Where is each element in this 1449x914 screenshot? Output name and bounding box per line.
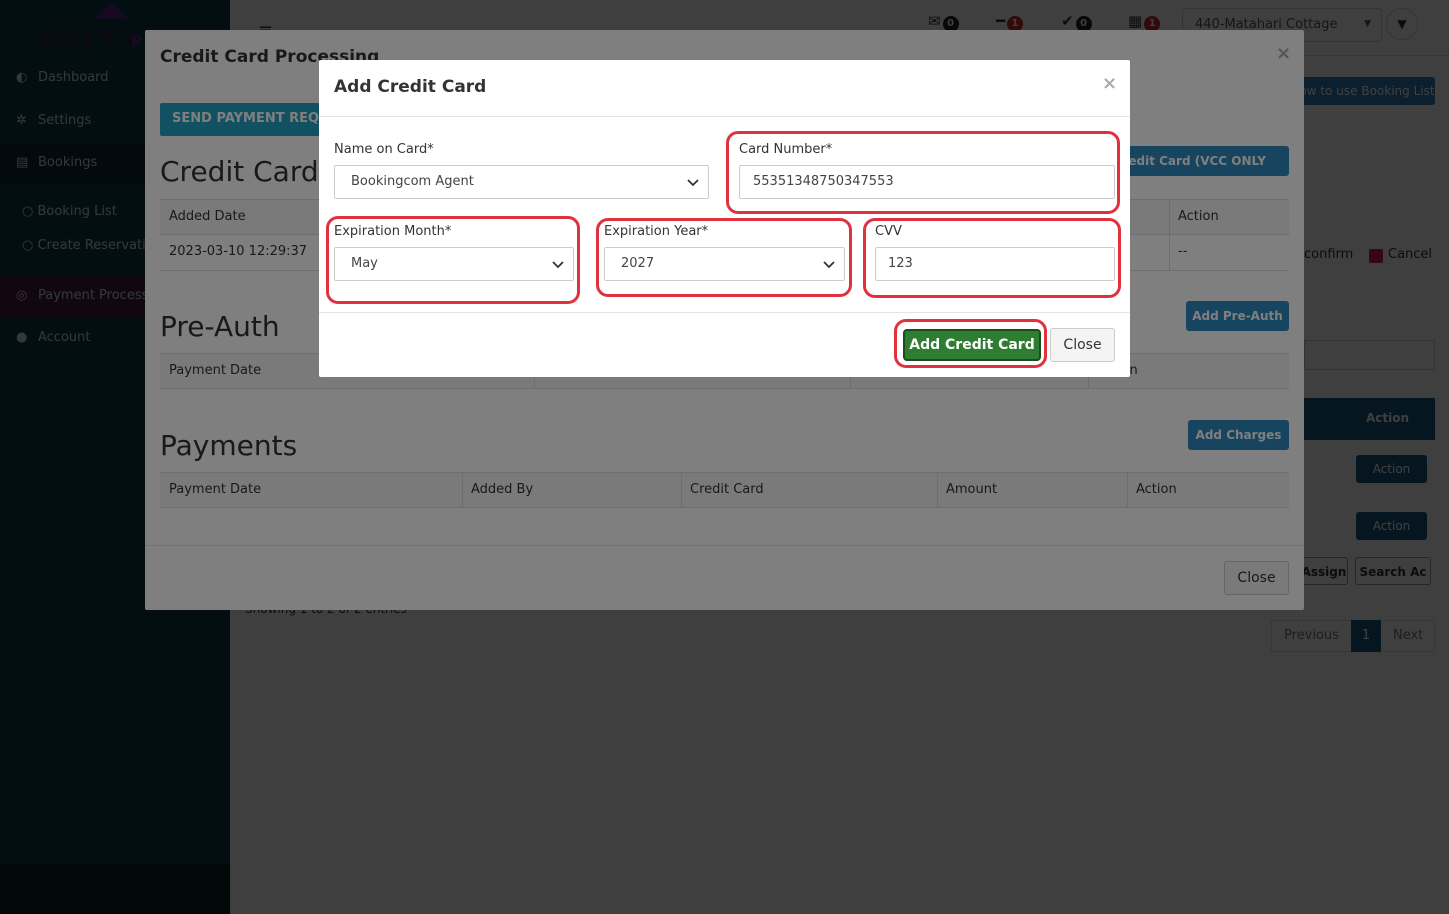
modal-title: Add Credit Card	[334, 77, 487, 97]
expiration-month-select[interactable]: May	[334, 247, 574, 281]
cvv-label: CVV	[875, 224, 902, 239]
chevron-down-icon	[823, 261, 835, 269]
name-on-card-label: Name on Card*	[334, 142, 434, 157]
close-icon[interactable]: ×	[1102, 73, 1117, 94]
close-button[interactable]: Close	[1050, 328, 1115, 362]
add-credit-card-submit-button[interactable]: Add Credit Card	[903, 329, 1041, 361]
name-on-card-select[interactable]: Bookingcom Agent	[334, 165, 709, 199]
chevron-down-icon	[687, 179, 699, 187]
expiration-month-label: Expiration Month*	[334, 224, 452, 239]
card-number-label: Card Number*	[739, 142, 833, 157]
expiration-year-select[interactable]: 2027	[604, 247, 845, 281]
cvv-input[interactable]: 123	[875, 247, 1115, 281]
header-divider	[319, 116, 1130, 117]
expiration-year-label: Expiration Year*	[604, 224, 709, 239]
card-number-input[interactable]: 55351348750347553	[739, 165, 1115, 199]
footer-divider	[319, 312, 1130, 313]
chevron-down-icon	[552, 261, 564, 269]
add-credit-card-modal: Add Credit Card × Name on Card* Bookingc…	[319, 60, 1130, 377]
